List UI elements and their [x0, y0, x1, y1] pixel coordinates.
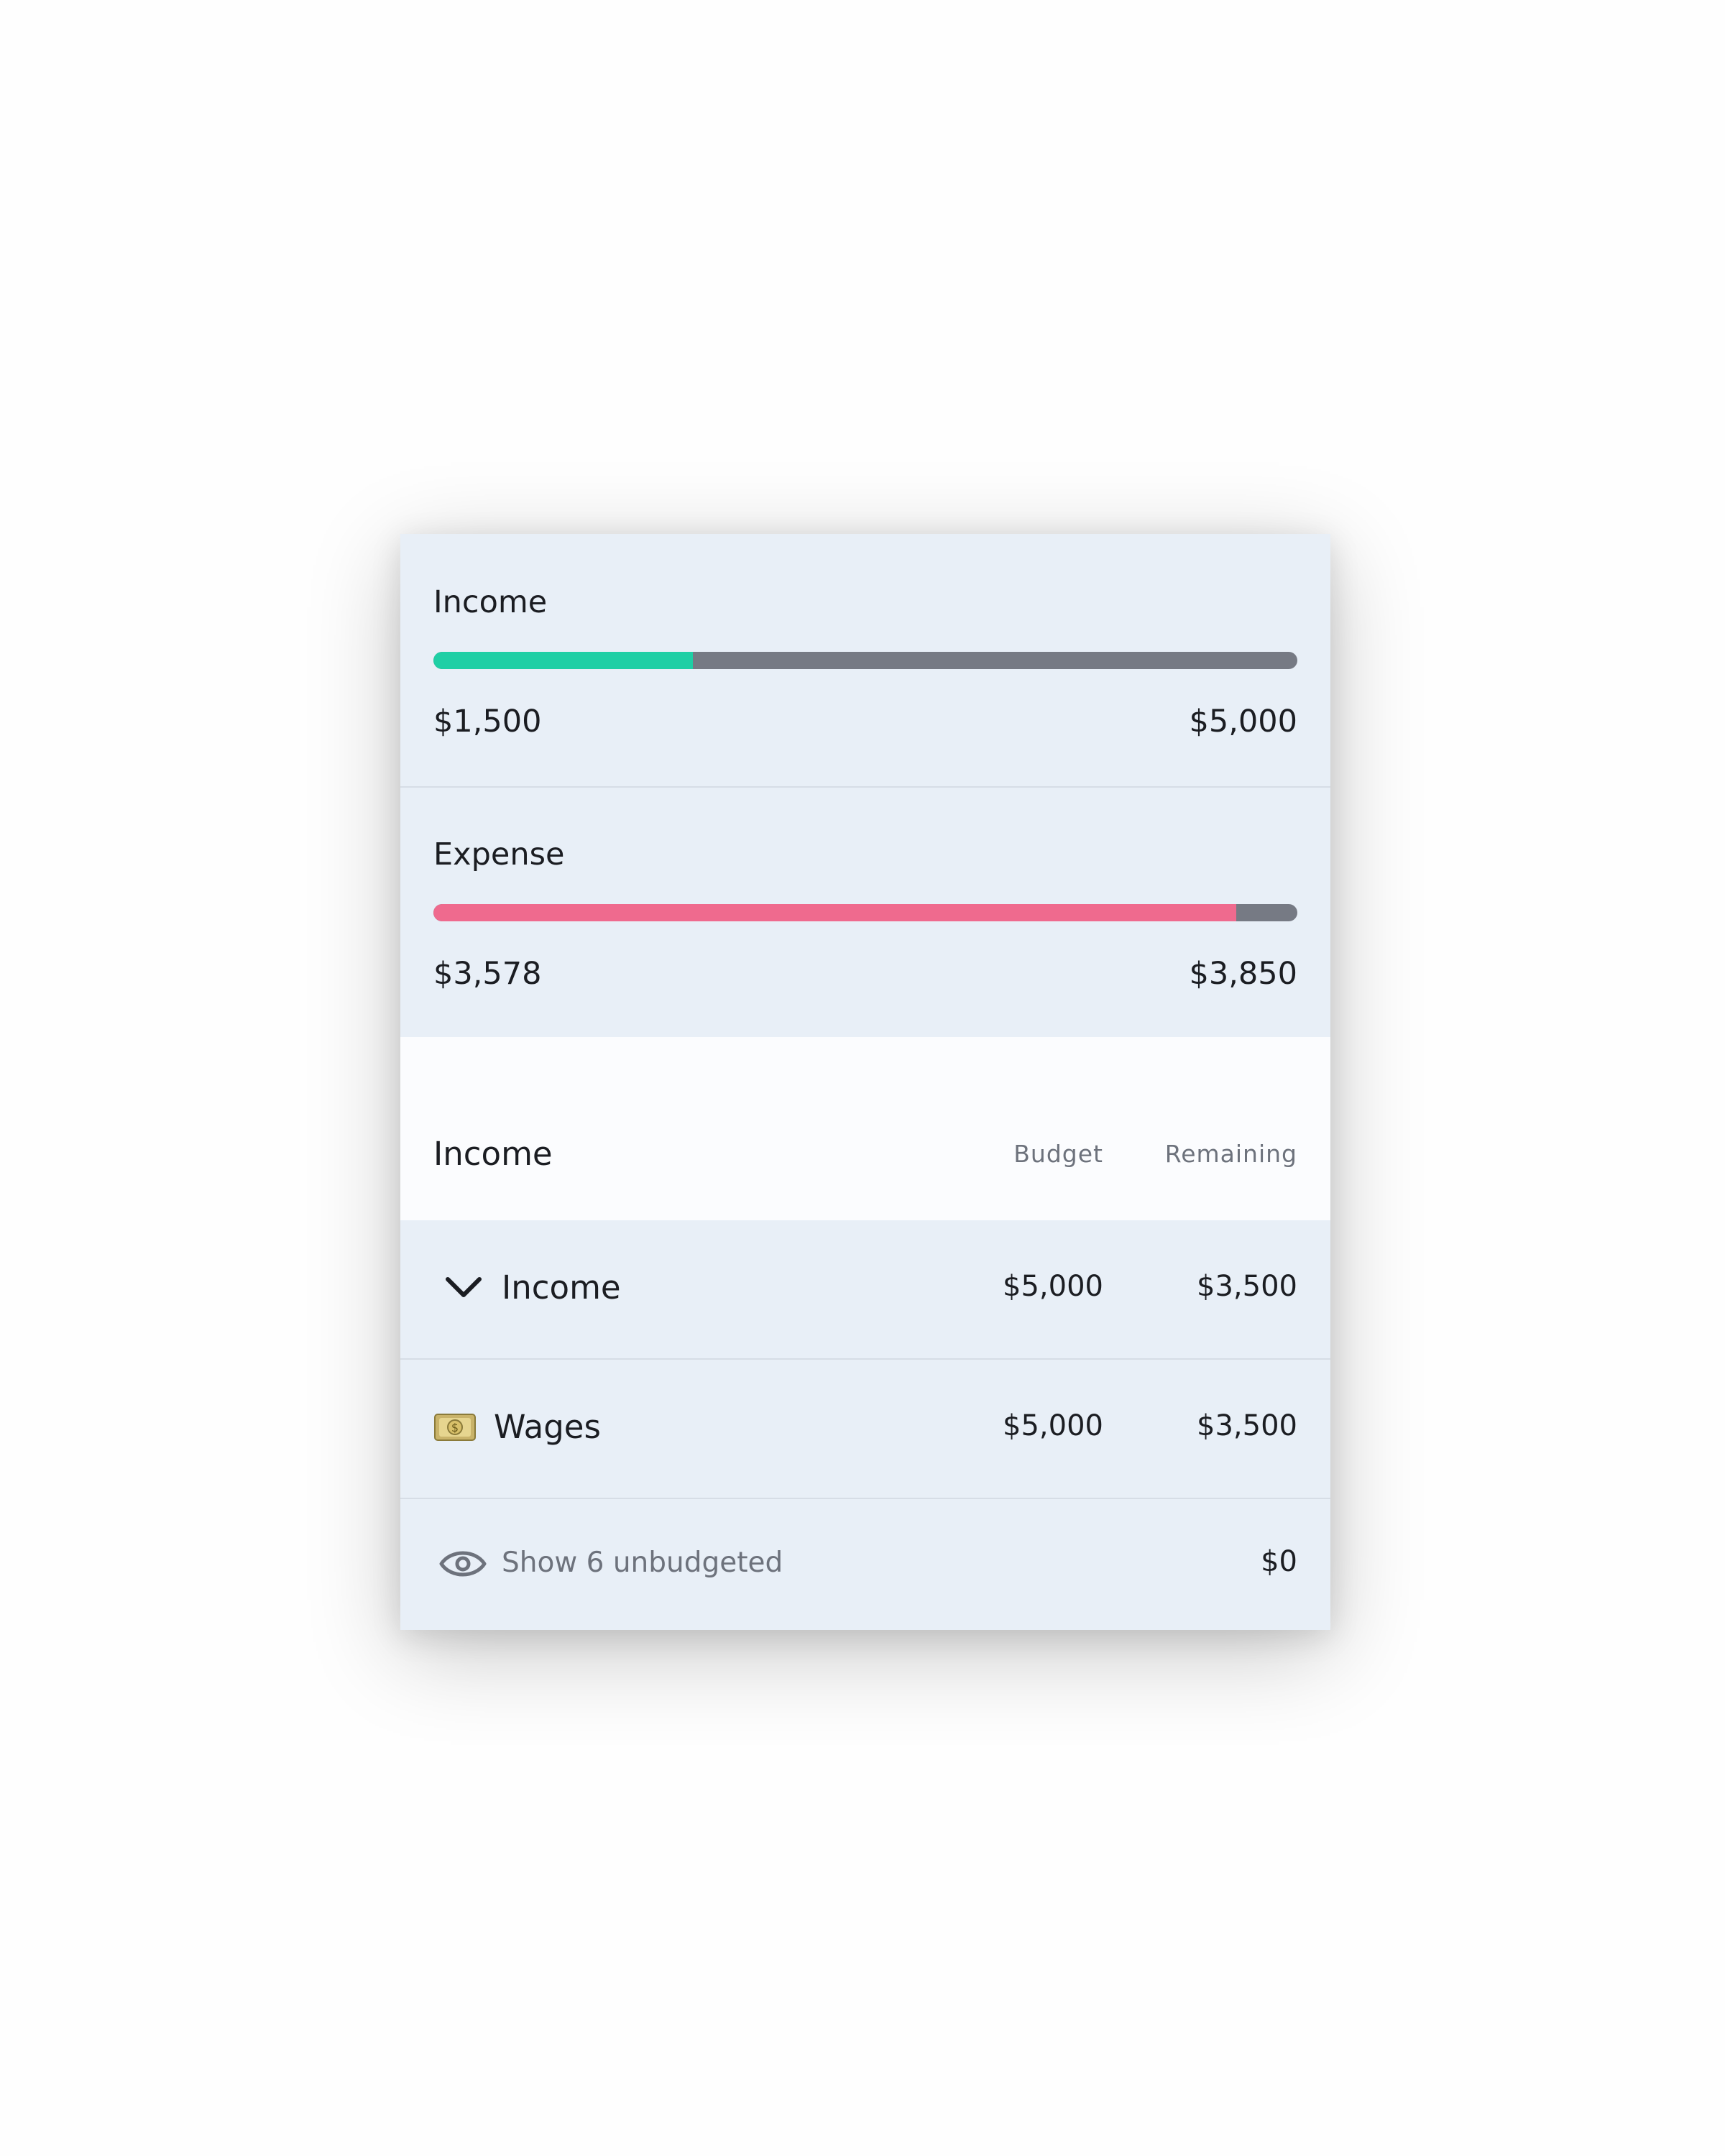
income-progress-fill [433, 652, 693, 669]
column-header-remaining: Remaining [1164, 1140, 1297, 1168]
expense-progress-fill [433, 904, 1236, 921]
category-row[interactable]: $ Wages $5,000 $3,500 [400, 1360, 1330, 1499]
item-budget-wages[interactable]: $5,000 [1003, 1409, 1103, 1442]
eye-icon[interactable] [438, 1542, 488, 1585]
group-label: Income [502, 1268, 621, 1307]
table-header: Income Budget Remaining [400, 1037, 1330, 1220]
income-summary: Income $1,500 $5,000 [400, 534, 1330, 788]
budget-card: Income $1,500 $5,000 Expense $3,578 $3,8… [400, 534, 1330, 1630]
unbudgeted-amount: $0 [1261, 1545, 1297, 1578]
category-group-row[interactable]: Income $5,000 $3,500 [400, 1220, 1330, 1360]
expense-summary: Expense $3,578 $3,850 [400, 786, 1330, 1037]
expense-progress-bar [433, 904, 1297, 921]
show-unbudgeted-button[interactable]: Show 6 unbudgeted [502, 1547, 783, 1579]
expense-summary-label: Expense [433, 837, 565, 872]
chevron-down-icon[interactable] [442, 1273, 485, 1302]
section-title: Income [433, 1135, 553, 1173]
item-remaining-wages: $3,500 [1197, 1409, 1297, 1442]
income-target: $5,000 [1189, 704, 1297, 740]
expense-target: $3,850 [1189, 956, 1297, 992]
income-actual: $1,500 [433, 704, 542, 740]
column-header-budget: Budget [1013, 1140, 1103, 1168]
group-remaining: $3,500 [1197, 1270, 1297, 1303]
svg-text:$: $ [451, 1421, 459, 1434]
income-summary-label: Income [433, 584, 548, 620]
group-budget[interactable]: $5,000 [1003, 1270, 1103, 1303]
show-unbudgeted-row[interactable]: Show 6 unbudgeted $0 [400, 1499, 1330, 1630]
money-bill-icon: $ [434, 1414, 476, 1441]
income-progress-bar [433, 652, 1297, 669]
expense-actual: $3,578 [433, 956, 542, 992]
item-label-wages: Wages [494, 1408, 601, 1446]
